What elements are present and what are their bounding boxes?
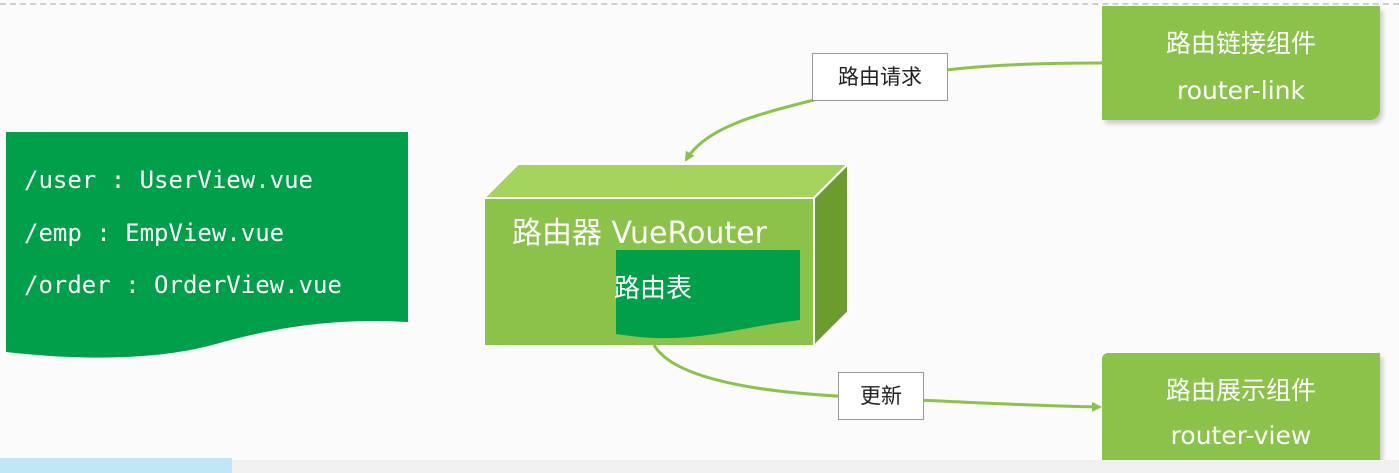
update-edge-label: 更新 (838, 372, 924, 420)
router-view-name: router-view (1170, 421, 1312, 450)
router-link-name: router-link (1177, 76, 1305, 105)
request-edge-label: 路由请求 (812, 53, 948, 101)
bottom-band (232, 460, 1399, 473)
router-view-title: 路由展示组件 (1165, 376, 1316, 405)
router-link-component-box: 路由链接组件 router-link (1102, 6, 1380, 120)
bottom-left-strip (0, 458, 232, 473)
router-view-component-box: 路由展示组件 router-view (1102, 353, 1380, 460)
router-link-title: 路由链接组件 (1165, 29, 1316, 58)
